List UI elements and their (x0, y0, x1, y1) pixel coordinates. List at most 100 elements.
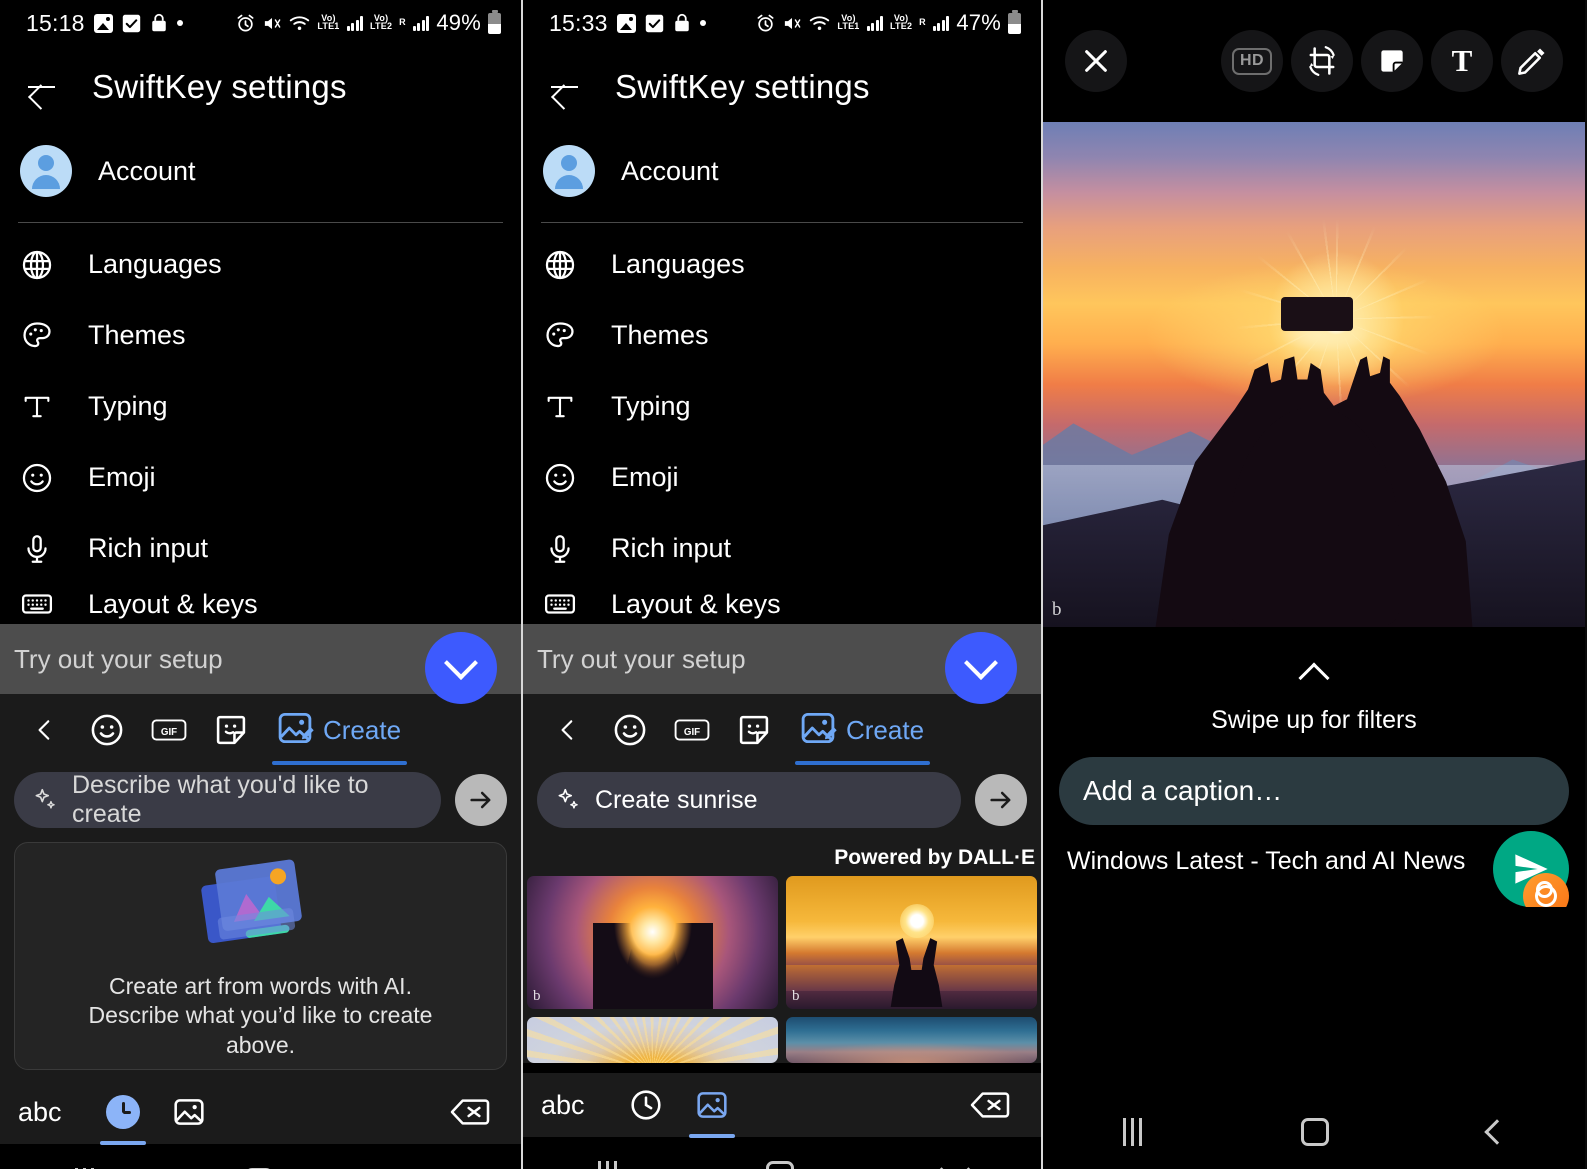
powered-by-label: Powered by DALL·E (834, 846, 1035, 869)
scroll-down-fab[interactable] (425, 632, 497, 704)
status-bar: 15:18 Vo) LTE1 Vo) LTE2 R 49% (0, 0, 521, 46)
gif-icon[interactable]: GIF (138, 699, 200, 761)
app-bar: SwiftKey settings (0, 46, 521, 128)
lock-icon (673, 13, 691, 33)
smiley-icon[interactable] (599, 699, 661, 761)
sidebar-item-emoji[interactable]: Emoji (0, 442, 521, 513)
create-empty-state-text: Create art from words with AI. Describe … (88, 972, 433, 1058)
sidebar-item-account[interactable]: Account (0, 128, 521, 214)
text-tool-icon[interactable]: T (1431, 30, 1493, 92)
hd-badge-icon[interactable]: HD (1221, 30, 1283, 92)
sidebar-item-layout-keys[interactable]: Layout & keys (523, 584, 1041, 624)
sticker-icon[interactable] (723, 699, 785, 761)
pencil-icon[interactable] (1501, 30, 1563, 92)
sidebar-item-typing[interactable]: Typing (0, 371, 521, 442)
create-prompt-placeholder: Describe what you'd like to create (72, 771, 369, 828)
phone-panel-1: 15:18 Vo) LTE1 Vo) LTE2 R 49% SwiftKey s… (0, 0, 521, 1169)
sidebar-item-label: Account (98, 155, 196, 186)
tab-create[interactable]: Create (795, 699, 931, 765)
list-divider (541, 222, 1023, 223)
smiley-icon[interactable] (76, 699, 138, 761)
clock-icon[interactable] (90, 1085, 156, 1145)
gif-icon[interactable]: GIF (661, 699, 723, 761)
recents-icon[interactable] (1122, 1117, 1142, 1146)
photo-icon (93, 13, 113, 33)
chevron-down-icon[interactable] (419, 1160, 451, 1169)
sidebar-item-label: Typing (611, 391, 691, 421)
chevron-down-icon[interactable] (939, 1153, 971, 1169)
view-once-icon[interactable] (1523, 873, 1569, 907)
phone-panel-2: 15:33 Vo) LTE1 Vo) LTE2 R 47% SwiftKey s… (521, 0, 1043, 1169)
create-prompt-row: Create sunrise (523, 766, 1041, 842)
image-icon[interactable] (156, 1085, 222, 1139)
sidebar-item-emoji[interactable]: Emoji (523, 442, 1041, 513)
sparkle-icon (32, 787, 58, 813)
back-chevron-icon[interactable] (1483, 1118, 1510, 1145)
caption-input[interactable]: Add a caption… (1059, 757, 1569, 825)
signal-bars-1 (866, 15, 884, 31)
close-x-icon[interactable] (1065, 30, 1127, 92)
sidebar-item-themes[interactable]: Themes (0, 300, 521, 371)
scroll-down-fab[interactable] (945, 632, 1017, 704)
bing-watermark-icon: b (792, 988, 800, 1004)
swipe-up-label: Swipe up for filters (1211, 706, 1417, 734)
tab-create[interactable]: Create (272, 699, 408, 765)
generated-image-2[interactable]: b (786, 876, 1037, 1009)
sticker-icon[interactable] (200, 699, 262, 761)
image-icon[interactable] (679, 1078, 745, 1138)
create-prompt-input[interactable]: Describe what you'd like to create (14, 771, 441, 828)
sidebar-item-label: Layout & keys (611, 588, 781, 619)
back-arrow-icon[interactable] (22, 67, 62, 107)
chevron-left-icon[interactable] (14, 699, 76, 761)
account-avatar-icon (543, 145, 595, 197)
home-icon[interactable] (766, 1160, 795, 1169)
prompt-submit-button[interactable] (455, 774, 507, 826)
generated-image-4[interactable] (786, 1017, 1037, 1063)
keyboard-bottom-bar: abc (0, 1080, 521, 1145)
roaming-label: R (399, 17, 406, 28)
ai-art-photos-icon (186, 852, 336, 960)
sidebar-item-typing[interactable]: Typing (523, 371, 1041, 442)
recents-icon[interactable] (597, 1160, 617, 1169)
back-arrow-icon[interactable] (545, 67, 585, 107)
status-bar-left: 15:18 (26, 10, 183, 37)
sidebar-item-layout-keys[interactable]: Layout & keys (0, 584, 521, 624)
sidebar-item-account[interactable]: Account (523, 128, 1041, 214)
sidebar-item-themes[interactable]: Themes (523, 300, 1041, 371)
home-icon[interactable] (1300, 1117, 1329, 1146)
chevron-left-icon[interactable] (537, 699, 599, 761)
create-image-icon (276, 709, 314, 752)
abc-key[interactable]: abc (541, 1078, 613, 1132)
status-bar-right: Vo) LTE1 Vo) LTE2 R 47% (756, 9, 1021, 36)
clock-icon[interactable] (613, 1078, 679, 1132)
backspace-icon[interactable] (437, 1085, 503, 1139)
bing-watermark-icon: b (1052, 599, 1062, 620)
status-time: 15:33 (549, 9, 608, 36)
android-nav-bar (0, 1144, 521, 1169)
sidebar-item-languages[interactable]: Languages (523, 229, 1041, 300)
sticker-icon[interactable] (1361, 30, 1423, 92)
generated-image-3[interactable] (527, 1017, 778, 1063)
crop-rotate-icon[interactable] (1291, 30, 1353, 92)
text-t-icon (543, 390, 577, 424)
create-prompt-row: Describe what you'd like to create (0, 766, 521, 842)
media-preview-image[interactable]: b (1043, 122, 1585, 627)
account-avatar-icon (20, 145, 72, 197)
lte1-icon: Vo) LTE1 (837, 14, 859, 31)
sidebar-item-label: Layout & keys (88, 588, 258, 619)
globe-icon (543, 248, 577, 282)
sparkle-icon (555, 787, 581, 813)
prompt-submit-button[interactable] (975, 774, 1027, 826)
backspace-icon[interactable] (957, 1078, 1023, 1132)
sidebar-item-rich-input[interactable]: Rich input (0, 513, 521, 704)
abc-key[interactable]: abc (18, 1085, 90, 1139)
lte2-label: LTE2 (370, 21, 393, 31)
sidebar-item-rich-input[interactable]: Rich input (523, 513, 1041, 704)
generated-image-1[interactable]: b (527, 876, 778, 1009)
send-button[interactable] (1493, 831, 1569, 907)
powered-by-row: Powered by DALL·E (523, 842, 1041, 876)
create-prompt-input[interactable]: Create sunrise (537, 772, 961, 828)
sidebar-item-languages[interactable]: Languages (0, 229, 521, 300)
swipe-up-filters[interactable]: Swipe up for filters (1043, 627, 1585, 735)
alarm-icon (756, 14, 775, 33)
